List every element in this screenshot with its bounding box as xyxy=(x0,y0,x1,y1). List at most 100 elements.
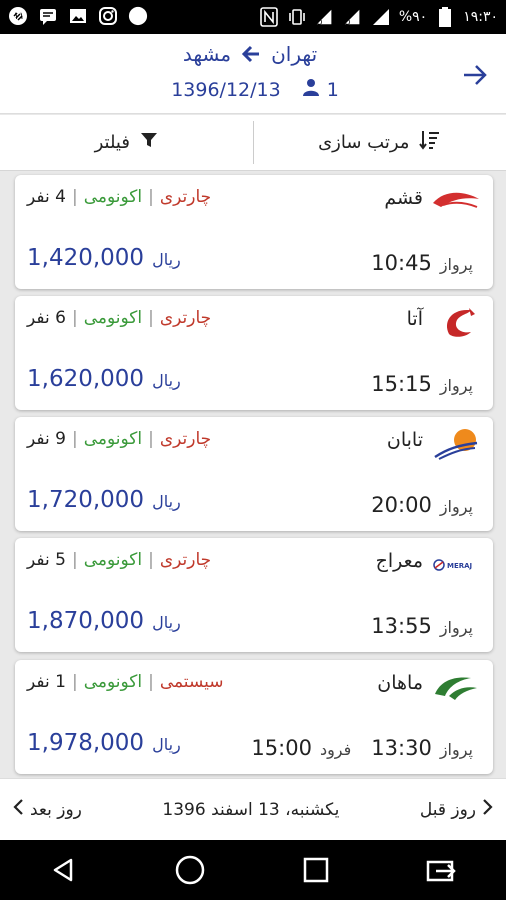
flight-price: ریال 1,870,000 xyxy=(27,608,181,634)
currency-label: ریال xyxy=(152,735,181,754)
signal-2-icon: D xyxy=(343,7,363,27)
mahan-air-logo-icon xyxy=(431,670,481,704)
trip-info: 1396/12/13 1 xyxy=(130,78,380,101)
flight-tags: چارتری | اکونومی | 6 نفر xyxy=(27,308,211,328)
sort-icon xyxy=(419,129,441,156)
flight-times: پرواز 15:15 xyxy=(371,372,473,396)
cabin-class: اکونومی xyxy=(83,672,143,692)
flight-times: پرواز 20:00 xyxy=(371,493,473,517)
person-icon xyxy=(302,78,319,101)
flight-card[interactable]: قشم چارتری | اکونومی | 4 نفر پرواز 10:45… xyxy=(15,175,493,289)
travel-date: 1396/12/13 xyxy=(171,78,281,101)
depart-label: پرواز xyxy=(439,255,473,274)
airline-name: ماهان xyxy=(377,672,423,694)
nav-home-button[interactable] xyxy=(172,852,208,888)
cabin-class: اکونومی xyxy=(83,308,143,328)
flight-card[interactable]: ماهان سیستمی | اکونومی | 1 نفر پرواز 13:… xyxy=(15,660,493,774)
signal-3-icon xyxy=(371,7,391,27)
svg-text:MERAJ: MERAJ xyxy=(447,562,472,570)
flight-price: ریال 1,620,000 xyxy=(27,366,181,392)
flight-tags: چارتری | اکونومی | 5 نفر xyxy=(27,550,211,570)
ata-air-logo-icon xyxy=(431,306,481,340)
destination-city: مشهد xyxy=(182,42,232,66)
flight-tags: چارتری | اکونومی | 9 نفر xyxy=(27,429,211,449)
tag-separator: | xyxy=(148,429,154,449)
price-amount: 1,420,000 xyxy=(27,245,145,271)
depart-label: پرواز xyxy=(439,376,473,395)
signal-1-icon: D xyxy=(315,7,335,27)
flight-card[interactable]: آتا چارتری | اکونومی | 6 نفر پرواز 15:15… xyxy=(15,296,493,410)
flight-type: چارتری xyxy=(159,187,212,207)
seat-count: 9 نفر xyxy=(27,429,66,449)
depart-time: 10:45 xyxy=(371,251,432,275)
price-amount: 1,720,000 xyxy=(27,487,145,513)
notification-badge-icon: ۱۱ xyxy=(14,6,148,26)
currency-label: ریال xyxy=(152,492,181,511)
nav-back-button[interactable] xyxy=(45,852,81,888)
price-amount: 1,870,000 xyxy=(27,608,145,634)
meraj-air-logo-icon: MERAJ xyxy=(431,548,481,582)
instagram-icon xyxy=(98,6,118,26)
current-date: یکشنبه، 13 اسفند 1396 xyxy=(162,799,340,820)
flight-type: چارتری xyxy=(159,308,212,328)
flight-price: ریال 1,978,000 xyxy=(27,730,181,756)
chevron-left-icon xyxy=(12,798,24,821)
depart-time: 15:15 xyxy=(371,372,432,396)
arrive-label: فرود xyxy=(319,740,352,759)
flight-type: سیستمی xyxy=(159,672,224,692)
currency-label: ریال xyxy=(152,371,181,390)
flight-times: پرواز 10:45 xyxy=(371,251,473,275)
price-amount: 1,620,000 xyxy=(27,366,145,392)
flight-tags: سیستمی | اکونومی | 1 نفر xyxy=(27,672,223,692)
chevron-right-icon xyxy=(482,798,494,821)
filter-button[interactable]: فیلتر xyxy=(0,115,253,170)
passenger-count: 1 xyxy=(302,78,339,101)
airline-name: آتا xyxy=(406,308,423,330)
sort-filter-bar: فیلتر مرتب سازی xyxy=(0,115,506,171)
tag-separator: | xyxy=(71,187,78,207)
flight-price: ریال 1,420,000 xyxy=(27,245,181,271)
sort-button[interactable]: مرتب سازی xyxy=(254,115,506,170)
battery-percent: %۹۰ xyxy=(398,9,428,25)
tag-separator: | xyxy=(71,672,78,692)
depart-time: 13:55 xyxy=(371,614,432,638)
status-bar: ۱۱ D D %۹۰ ۱۹:۳۰ xyxy=(0,0,506,34)
system-navigation-bar xyxy=(0,840,506,900)
gallery-icon xyxy=(68,6,88,26)
nav-switch-app-button[interactable] xyxy=(425,852,461,888)
search-summary-header: تهران مشهد 1396/12/13 1 xyxy=(0,34,506,114)
flight-tags: چارتری | اکونومی | 4 نفر xyxy=(27,187,211,207)
svg-text:D: D xyxy=(317,17,323,26)
airline-name: قشم xyxy=(384,187,423,209)
clock: ۱۹:۳۰ xyxy=(463,9,498,25)
flight-price: ریال 1,720,000 xyxy=(27,487,181,513)
flight-times: پرواز 13:55 xyxy=(371,614,473,638)
date-navigation: روز بعد یکشنبه، 13 اسفند 1396 روز قبل xyxy=(0,778,506,840)
depart-label: پرواز xyxy=(439,618,473,637)
taban-air-logo-icon xyxy=(431,427,481,461)
arrive-time: 15:00 xyxy=(251,736,312,760)
tag-separator: | xyxy=(148,672,154,692)
previous-day-button[interactable]: روز قبل xyxy=(420,798,494,821)
currency-label: ریال xyxy=(152,613,181,632)
tag-separator: | xyxy=(71,550,78,570)
message-icon xyxy=(38,6,58,26)
battery-icon xyxy=(435,7,455,27)
route: تهران مشهد xyxy=(150,42,350,66)
tag-separator: | xyxy=(71,429,78,449)
nfc-icon xyxy=(259,7,279,27)
svg-text:D: D xyxy=(345,17,351,26)
flight-card[interactable]: MERAJ معراج چارتری | اکونومی | 5 نفر پرو… xyxy=(15,538,493,652)
tag-separator: | xyxy=(148,550,154,570)
seat-count: 6 نفر xyxy=(27,308,66,328)
seat-count: 4 نفر xyxy=(27,187,66,207)
back-button[interactable] xyxy=(460,60,490,90)
seat-count: 5 نفر xyxy=(27,550,66,570)
currency-label: ریال xyxy=(152,250,181,269)
flight-card[interactable]: تابان چارتری | اکونومی | 9 نفر پرواز 20:… xyxy=(15,417,493,531)
nav-recents-button[interactable] xyxy=(298,852,334,888)
next-day-button[interactable]: روز بعد xyxy=(12,798,82,821)
tag-separator: | xyxy=(71,308,78,328)
price-amount: 1,978,000 xyxy=(27,730,145,756)
origin-city: تهران xyxy=(271,42,318,66)
